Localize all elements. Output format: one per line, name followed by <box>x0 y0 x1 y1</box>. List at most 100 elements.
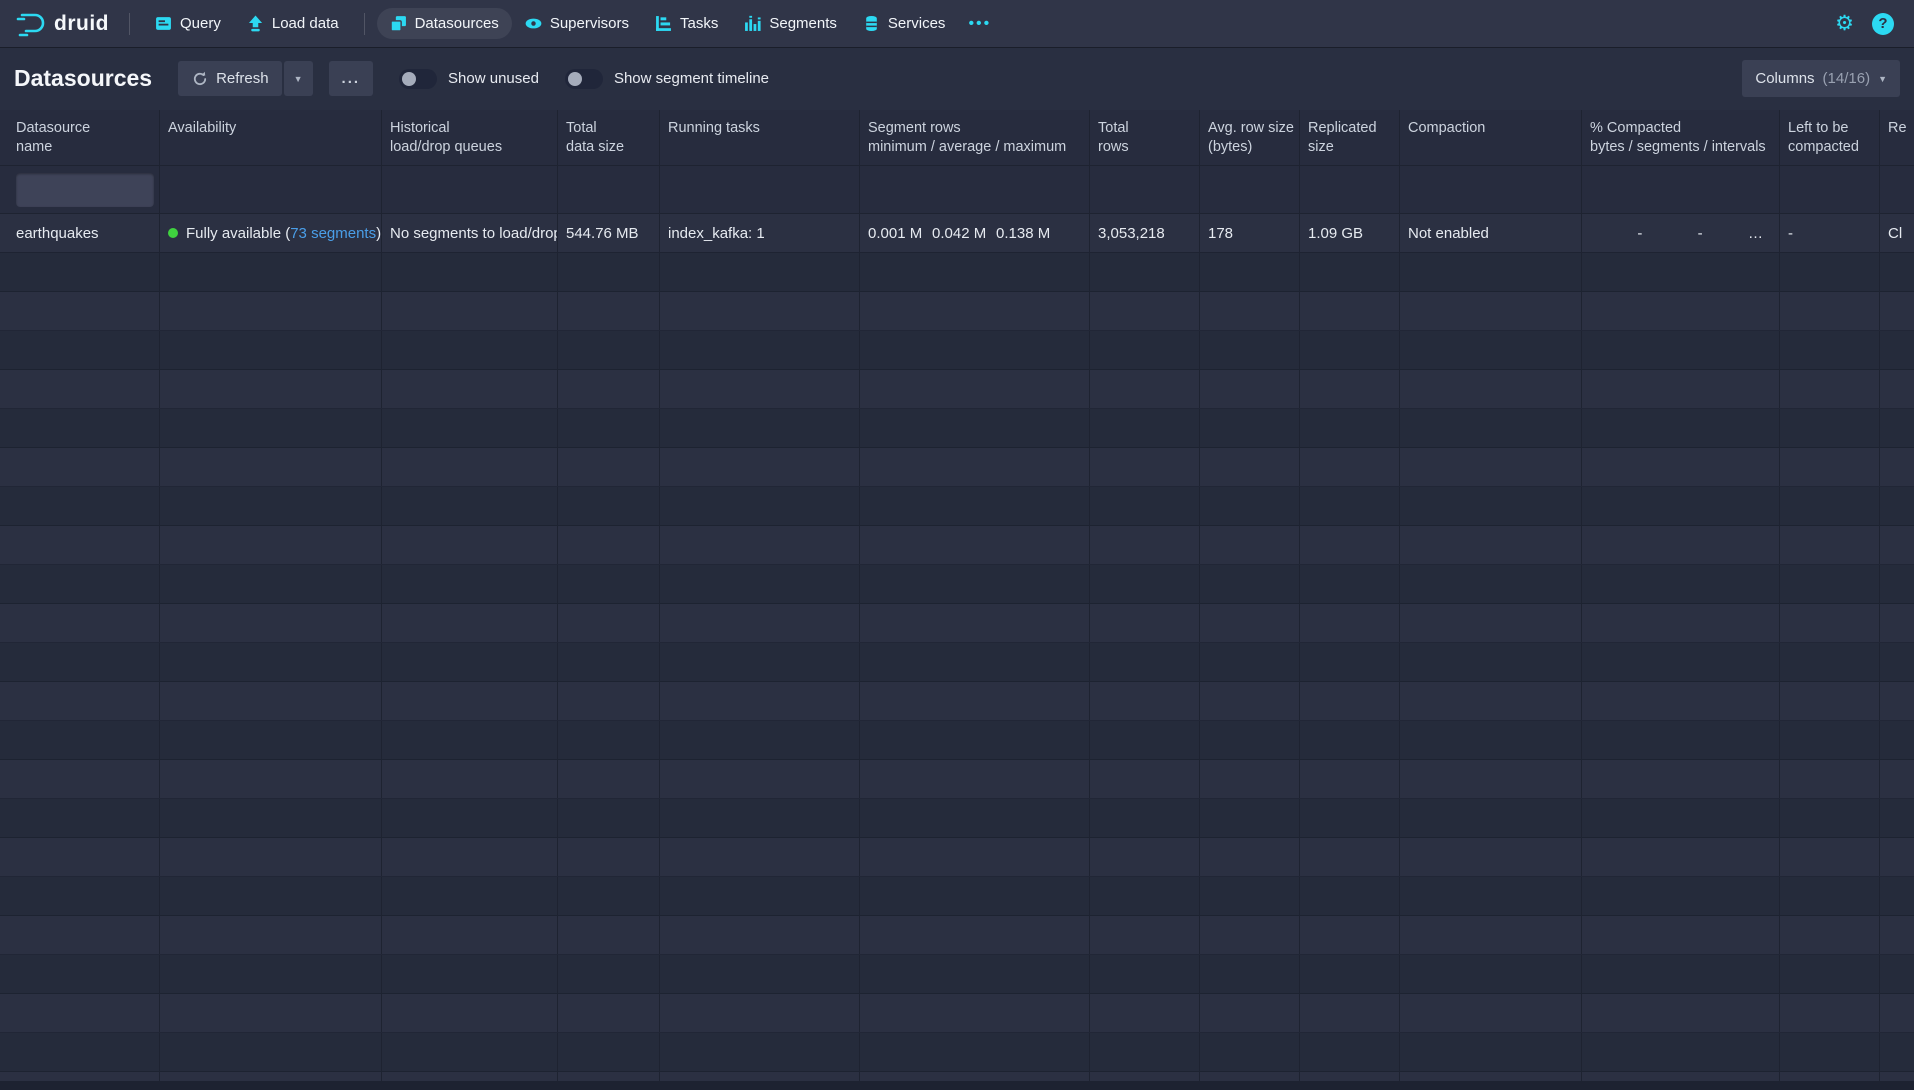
segments-icon <box>744 15 761 32</box>
show-segment-timeline-toggle[interactable]: Show segment timeline <box>565 69 769 89</box>
empty-cell <box>1780 370 1880 408</box>
column-header-name[interactable]: Datasource name <box>0 110 160 165</box>
empty-cell <box>1582 331 1780 369</box>
column-header-label: Avg. row size (bytes) <box>1208 119 1294 157</box>
empty-cell <box>860 565 1090 603</box>
nav-item-tasks[interactable]: Tasks <box>642 8 731 39</box>
column-header-left_to_compact[interactable]: Left to be compacted <box>1780 110 1880 165</box>
empty-cell <box>1200 448 1300 486</box>
table-filter-row <box>0 166 1914 214</box>
empty-cell <box>1780 760 1880 798</box>
filter-cell-avg_row_size <box>1200 166 1300 213</box>
nav-item-load-data[interactable]: Load data <box>234 8 352 39</box>
empty-cell <box>382 370 558 408</box>
segment-rows-value: 0.001 M <box>868 225 932 242</box>
cell-queues[interactable]: No segments to load/drop <box>382 214 558 252</box>
empty-table-row <box>0 955 1914 994</box>
refresh-button-group: Refresh ▼ <box>178 61 312 96</box>
cell-retention[interactable]: Cl <box>1880 214 1914 252</box>
empty-cell <box>660 955 860 993</box>
datasource-filter-input[interactable] <box>16 173 154 207</box>
column-header-label: Re <box>1888 119 1907 138</box>
empty-cell <box>382 292 558 330</box>
empty-cell <box>1300 565 1400 603</box>
empty-cell <box>160 1033 382 1071</box>
cell-value: 1.09 GB <box>1308 225 1363 242</box>
empty-cell <box>1582 760 1780 798</box>
nav-item-services[interactable]: Services <box>850 8 959 39</box>
nav-item-supervisors[interactable]: Supervisors <box>512 8 642 39</box>
empty-cell <box>660 994 860 1032</box>
column-header-retention[interactable]: Re <box>1880 110 1914 165</box>
help-icon[interactable]: ? <box>1872 13 1894 35</box>
empty-cell <box>660 604 860 642</box>
empty-cell <box>1090 1033 1200 1071</box>
column-header-label: Datasource name <box>16 119 90 157</box>
empty-cell <box>1300 253 1400 291</box>
column-header-avg_row_size[interactable]: Avg. row size (bytes) <box>1200 110 1300 165</box>
nav-item-segments[interactable]: Segments <box>731 8 850 39</box>
empty-table-row <box>0 292 1914 331</box>
column-header-availability[interactable]: Availability <box>160 110 382 165</box>
cell-pct_compacted[interactable]: --… <box>1582 214 1780 252</box>
gear-icon[interactable]: ⚙ <box>1835 13 1854 34</box>
pct-compacted-value: - <box>1650 225 1702 242</box>
column-header-total_data_size[interactable]: Total data size <box>558 110 660 165</box>
cell-segment_rows[interactable]: 0.001 M0.042 M0.138 M <box>860 214 1090 252</box>
empty-cell <box>558 838 660 876</box>
cell-name[interactable]: earthquakes <box>0 214 160 252</box>
empty-cell <box>660 760 860 798</box>
column-header-label: Historical load/drop queues <box>390 119 502 157</box>
empty-cell <box>1090 526 1200 564</box>
cell-compaction[interactable]: Not enabled <box>1400 214 1582 252</box>
nav-more-button[interactable]: ••• <box>958 8 1001 40</box>
show-unused-toggle[interactable]: Show unused <box>399 69 539 89</box>
column-header-running_tasks[interactable]: Running tasks <box>660 110 860 165</box>
cell-availability[interactable]: Fully available (73 segments) <box>160 214 382 252</box>
cell-total_data_size[interactable]: 544.76 MB <box>558 214 660 252</box>
empty-cell <box>860 682 1090 720</box>
brand[interactable]: druid <box>14 11 117 37</box>
empty-cell <box>660 526 860 564</box>
empty-cell <box>1880 604 1914 642</box>
cell-avg_row_size[interactable]: 178 <box>1200 214 1300 252</box>
column-header-compaction[interactable]: Compaction <box>1400 110 1582 165</box>
refresh-interval-button[interactable]: ▼ <box>284 61 313 96</box>
nav-item-query[interactable]: Query <box>142 8 234 39</box>
column-header-queues[interactable]: Historical load/drop queues <box>382 110 558 165</box>
empty-cell <box>660 643 860 681</box>
empty-cell <box>1880 916 1914 954</box>
empty-cell <box>660 1033 860 1071</box>
column-header-label: Replicated size <box>1308 119 1377 157</box>
empty-cell <box>1582 877 1780 915</box>
segments-link[interactable]: 73 segments <box>290 225 376 242</box>
horizontal-scrollbar[interactable] <box>0 1081 1914 1090</box>
nav-item-datasources[interactable]: Datasources <box>377 8 512 39</box>
refresh-icon <box>191 70 208 87</box>
refresh-button[interactable]: Refresh <box>178 61 282 96</box>
cell-running_tasks[interactable]: index_kafka: 1 <box>660 214 860 252</box>
columns-button[interactable]: Columns (14/16) ▼ <box>1742 60 1900 97</box>
empty-cell <box>1400 253 1582 291</box>
empty-cell <box>382 565 558 603</box>
empty-cell <box>1400 643 1582 681</box>
empty-cell <box>1090 370 1200 408</box>
column-header-segment_rows[interactable]: Segment rows minimum / average / maximum <box>860 110 1090 165</box>
column-header-total_rows[interactable]: Total rows <box>1090 110 1200 165</box>
empty-cell <box>1582 682 1780 720</box>
empty-cell <box>160 526 382 564</box>
empty-cell <box>160 604 382 642</box>
column-header-pct_compacted[interactable]: % Compacted bytes / segments / intervals <box>1582 110 1780 165</box>
empty-cell <box>1780 682 1880 720</box>
empty-cell <box>382 487 558 525</box>
cell-replicated_size[interactable]: 1.09 GB <box>1300 214 1400 252</box>
page-title: Datasources <box>14 65 152 92</box>
empty-cell <box>0 331 160 369</box>
empty-cell <box>382 682 558 720</box>
cell-total_rows[interactable]: 3,053,218 <box>1090 214 1200 252</box>
more-actions-button[interactable]: ... <box>329 61 374 96</box>
chevron-down-icon: ▼ <box>1878 74 1887 84</box>
cell-left_to_compact[interactable]: - <box>1780 214 1880 252</box>
column-header-replicated_size[interactable]: Replicated size <box>1300 110 1400 165</box>
empty-cell <box>1300 682 1400 720</box>
